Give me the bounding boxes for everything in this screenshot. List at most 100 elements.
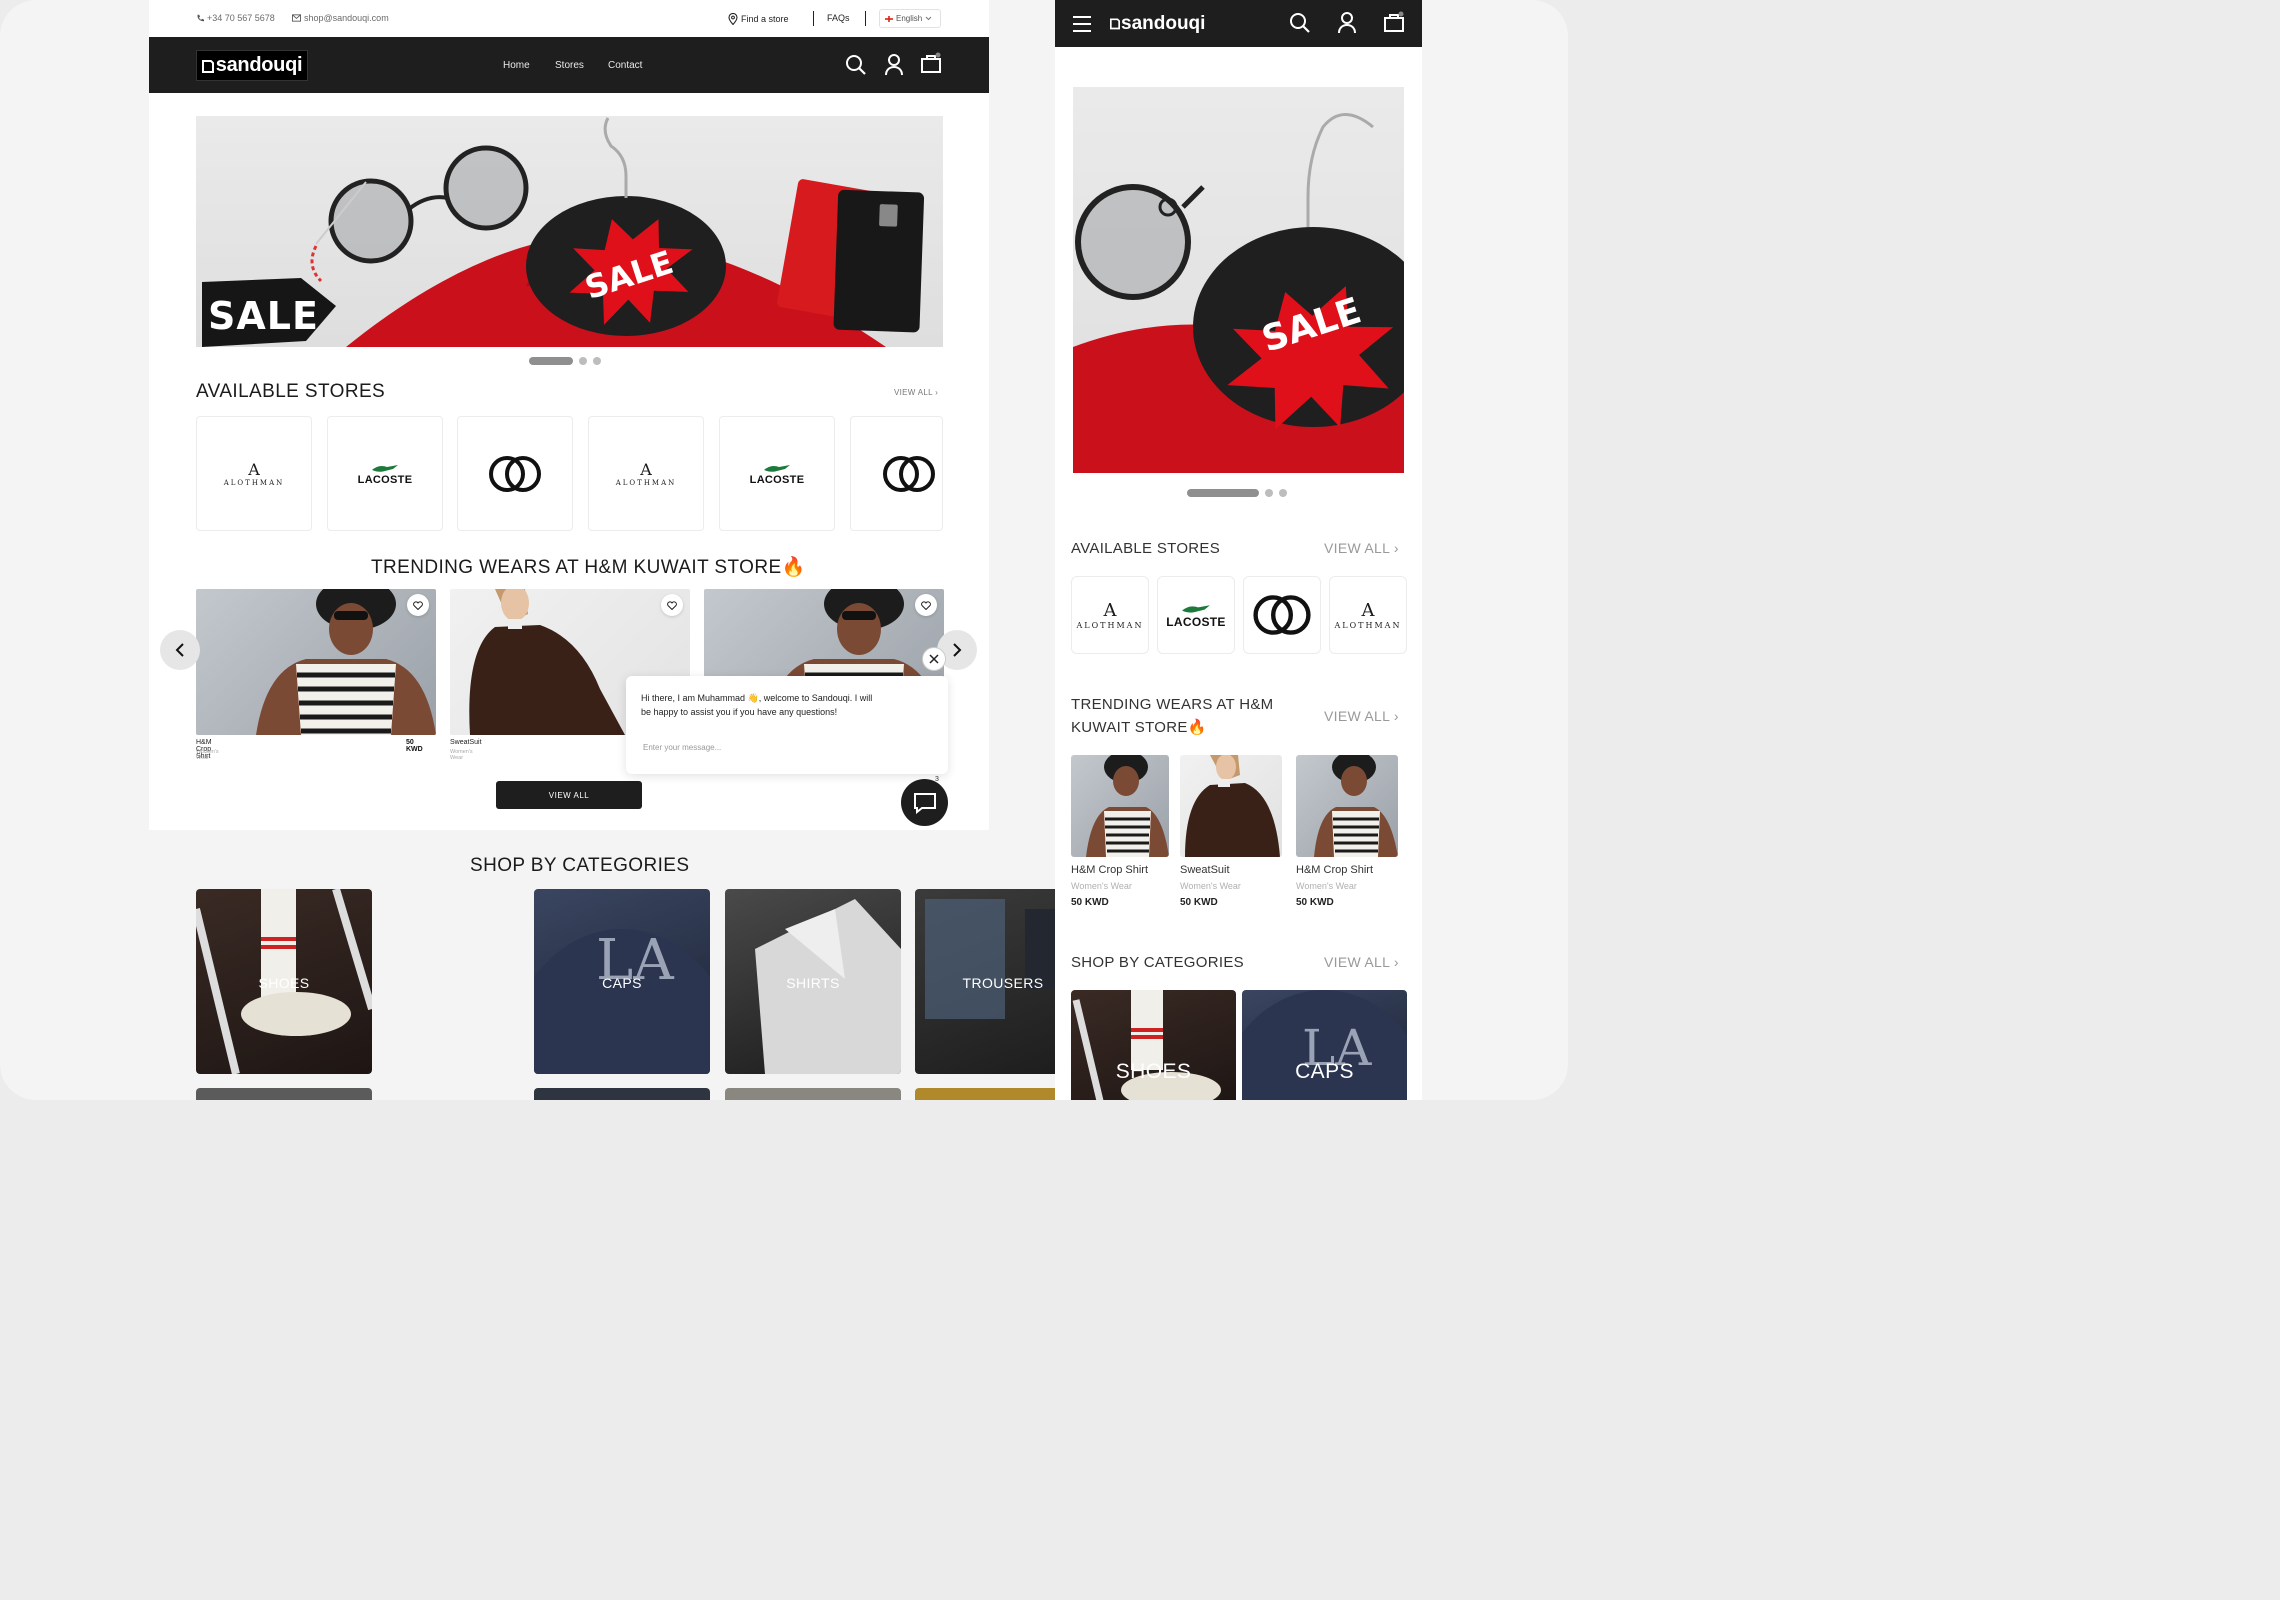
cart-bag-icon[interactable] <box>920 52 942 74</box>
email-contact[interactable]: shop@sandouqi.com <box>292 13 389 23</box>
slider-dot[interactable] <box>579 357 587 365</box>
store-card-gucci[interactable] <box>850 416 943 531</box>
chat-welcome-message: Hi there, I am Muhammad 👋, welcome to Sa… <box>641 693 873 717</box>
trending-heading-line1: TRENDING WEARS AT H&M <box>1071 696 1274 713</box>
categories-view-all-link[interactable]: VIEW ALL › <box>1324 954 1399 970</box>
alothman-logo-mark: A <box>1103 600 1117 621</box>
available-stores-heading: AVAILABLE STORES <box>196 381 386 402</box>
category-card[interactable] <box>725 1088 901 1100</box>
product-category: Women's Wear <box>1071 881 1132 891</box>
product-price: 50 KWD <box>1071 897 1109 908</box>
phone-number: +34 70 567 5678 <box>207 13 275 23</box>
language-selector[interactable]: English <box>879 9 941 28</box>
store-card-gucci[interactable] <box>457 416 573 531</box>
find-store-link[interactable]: Find a store <box>728 13 789 25</box>
alothman-logo-mark: A <box>1361 600 1375 621</box>
category-card-caps[interactable]: LA CAPS <box>1242 990 1407 1100</box>
user-icon[interactable] <box>883 54 905 76</box>
sandouqi-logo[interactable]: sandouqi <box>196 50 308 81</box>
logo-text: sandouqi <box>215 54 303 76</box>
alothman-logo-text: ALOTHMAN <box>1076 621 1144 630</box>
product-price: 50 KWD <box>406 739 423 753</box>
hamburger-menu-icon[interactable] <box>1071 13 1093 35</box>
hero-slider-dots <box>529 357 601 365</box>
lacoste-logo-text: LACOSTE <box>1166 614 1226 629</box>
stores-view-all-label: VIEW ALL <box>894 388 933 397</box>
store-card-gucci[interactable] <box>1243 576 1321 654</box>
category-card-shirts[interactable]: SHIRTS <box>725 889 901 1074</box>
alothman-logo-mark: A <box>640 460 652 479</box>
slider-dot-active[interactable] <box>529 357 573 365</box>
store-card-alothman[interactable]: A ALOTHMAN <box>1329 576 1407 654</box>
logo-mark-icon <box>201 59 214 73</box>
alothman-logo-text: ALOTHMAN <box>223 479 285 487</box>
sale-tag-text: SALE <box>208 294 319 338</box>
category-card-shoes[interactable]: SHOES <box>196 889 372 1074</box>
slider-dot-active[interactable] <box>1187 489 1259 497</box>
heart-icon[interactable] <box>407 594 429 616</box>
chat-close-button[interactable] <box>922 647 946 671</box>
desktop-view: +34 70 567 5678 shop@sandouqi.com Find a… <box>149 0 1091 1100</box>
phone-contact[interactable]: +34 70 567 5678 <box>196 13 275 23</box>
slider-dot[interactable] <box>1265 489 1273 497</box>
divider <box>865 11 866 26</box>
faqs-label: FAQs <box>827 13 850 23</box>
hero-banner[interactable]: SALE SALE <box>196 116 943 347</box>
store-card-lacoste[interactable]: LACOSTE <box>1157 576 1235 654</box>
product-category: Women's Wear <box>1296 881 1357 891</box>
product-name: H&M Crop Shirt <box>1296 864 1374 876</box>
nav-contact[interactable]: Contact <box>608 60 642 71</box>
chat-launcher-button[interactable] <box>901 779 948 826</box>
categories-view-all-label: VIEW ALL <box>1324 954 1390 970</box>
nav-stores[interactable]: Stores <box>555 60 584 71</box>
trending-view-all-link[interactable]: VIEW ALL › <box>1324 708 1399 724</box>
product-image <box>1180 755 1282 857</box>
cart-bag-icon[interactable] <box>1383 11 1405 33</box>
product-image <box>196 589 436 735</box>
sandouqi-logo[interactable]: sandouqi <box>1110 10 1205 37</box>
trending-view-all-button[interactable]: VIEW ALL <box>496 781 642 809</box>
crocodile-icon <box>764 464 790 472</box>
find-store-label: Find a store <box>741 14 789 24</box>
heart-icon[interactable] <box>915 594 937 616</box>
category-card[interactable] <box>196 1088 372 1100</box>
trending-heading: TRENDING WEARS AT H&M KUWAIT STORE🔥 <box>1071 693 1273 739</box>
nav-home[interactable]: Home <box>503 60 530 71</box>
stores-view-all-link[interactable]: VIEW ALL › <box>1324 540 1399 556</box>
chevron-left-icon <box>175 643 184 657</box>
category-card-caps[interactable]: LA CAPS <box>534 889 710 1074</box>
category-card[interactable] <box>534 1088 710 1100</box>
hero-slider-dots <box>1187 489 1287 497</box>
location-pin-icon <box>728 13 738 25</box>
presentation-canvas: +34 70 567 5678 shop@sandouqi.com Find a… <box>0 0 1568 1100</box>
heart-icon[interactable] <box>661 594 683 616</box>
search-icon[interactable] <box>1289 12 1311 34</box>
store-card-alothman[interactable]: A ALOTHMAN <box>1071 576 1149 654</box>
mobile-hero-banner[interactable]: SALE <box>1073 87 1404 473</box>
logo-text: sandouqi <box>1121 12 1206 34</box>
slider-dot[interactable] <box>593 357 601 365</box>
store-card-lacoste[interactable]: LACOSTE <box>327 416 443 531</box>
carousel-prev-button[interactable] <box>160 630 200 670</box>
category-label: SHOES <box>258 975 310 991</box>
language-label: English <box>896 14 923 23</box>
category-card-shoes[interactable]: SHOES <box>1071 990 1236 1100</box>
chevron-right-icon <box>953 643 962 657</box>
lacoste-logo-text: LACOSTE <box>749 473 805 486</box>
category-label: SHOES <box>1115 1060 1192 1083</box>
product-category: Women's Wear <box>450 749 473 761</box>
stores-view-all-link[interactable]: VIEW ALL › <box>894 388 938 397</box>
store-card-alothman[interactable]: A ALOTHMAN <box>196 416 312 531</box>
chat-message-input[interactable]: Enter your message... <box>643 743 721 752</box>
slider-dot[interactable] <box>1279 489 1287 497</box>
search-icon[interactable] <box>845 54 867 76</box>
faqs-link[interactable]: FAQs <box>827 13 850 23</box>
category-label: SHIRTS <box>786 975 840 991</box>
user-icon[interactable] <box>1336 12 1358 34</box>
store-card-lacoste[interactable]: LACOSTE <box>719 416 835 531</box>
alothman-logo-mark: A <box>248 460 260 479</box>
mail-icon <box>292 14 301 22</box>
lacoste-logo-text: LACOSTE <box>357 473 413 486</box>
mobile-view: sandouqi SALE AVAILABLE STORES VIEW ALL … <box>1055 0 1422 1100</box>
store-card-alothman[interactable]: A ALOTHMAN <box>588 416 704 531</box>
